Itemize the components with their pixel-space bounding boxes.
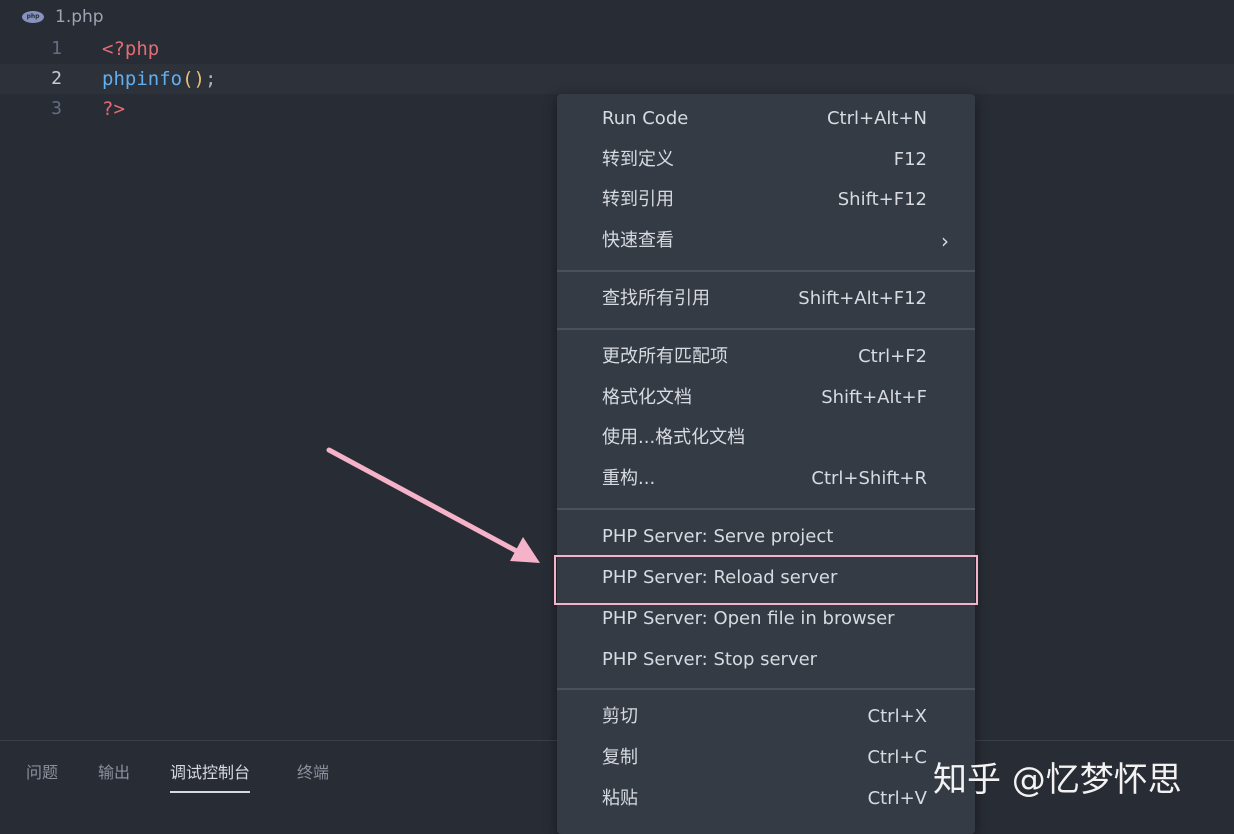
menu-item-shortcut: Ctrl+F2 <box>858 346 927 367</box>
menu-separator <box>557 270 975 272</box>
menu-separator <box>557 328 975 330</box>
menu-item-label: 使用...格式化文档 <box>602 427 746 448</box>
menu-item-peek[interactable]: 快速查看 › <box>557 222 975 260</box>
menu-item-shortcut: Ctrl+Shift+R <box>811 468 927 489</box>
menu-separator <box>557 688 975 690</box>
menu-item-label: PHP Server: Reload server <box>602 567 838 588</box>
menu-item-cut[interactable]: 剪切 Ctrl+X <box>557 698 975 736</box>
menu-item-php-reload-server[interactable]: PHP Server: Reload server <box>557 559 975 597</box>
chevron-right-icon: › <box>941 229 949 253</box>
php-close-tag: ?> <box>102 98 125 120</box>
menu-item-label: 复制 <box>602 747 638 768</box>
menu-item-label: 转到引用 <box>602 189 674 210</box>
menu-item-php-serve-project[interactable]: PHP Server: Serve project <box>557 518 975 556</box>
menu-item-go-to-definition[interactable]: 转到定义 F12 <box>557 141 975 179</box>
code-line-1[interactable]: 1 <?php <box>0 34 1234 64</box>
menu-item-go-to-references[interactable]: 转到引用 Shift+F12 <box>557 181 975 219</box>
menu-item-label: PHP Server: Open file in browser <box>602 608 895 629</box>
menu-item-label: 查找所有引用 <box>602 288 710 309</box>
menu-item-copy[interactable]: 复制 Ctrl+C <box>557 739 975 777</box>
breadcrumb: php 1.php <box>0 0 1234 36</box>
tab-debug-console[interactable]: 调试控制台 <box>170 759 251 793</box>
breadcrumb-file-name[interactable]: 1.php <box>55 7 104 27</box>
menu-item-change-all-occurrences[interactable]: 更改所有匹配项 Ctrl+F2 <box>557 338 975 376</box>
menu-item-shortcut: Ctrl+X <box>867 706 927 727</box>
menu-item-format-document[interactable]: 格式化文档 Shift+Alt+F <box>557 379 975 417</box>
menu-item-label: 格式化文档 <box>602 387 692 408</box>
menu-item-refactor[interactable]: 重构... Ctrl+Shift+R <box>557 460 975 498</box>
php-file-icon: php <box>22 11 44 23</box>
menu-item-find-all-references[interactable]: 查找所有引用 Shift+Alt+F12 <box>557 280 975 318</box>
watermark: 知乎 @忆梦怀思 <box>933 760 1182 800</box>
tab-output[interactable]: 输出 <box>98 759 130 791</box>
function-parens: () <box>182 68 205 90</box>
menu-item-php-open-in-browser[interactable]: PHP Server: Open file in browser <box>557 600 975 638</box>
menu-item-format-document-with[interactable]: 使用...格式化文档 <box>557 419 975 457</box>
code-statement: phpinfo(); <box>102 64 216 94</box>
menu-item-shortcut: Ctrl+Alt+N <box>826 108 927 129</box>
menu-item-label: 更改所有匹配项 <box>602 346 728 367</box>
context-menu: Run Code Ctrl+Alt+N 转到定义 F12 转到引用 Shift+… <box>557 94 975 834</box>
menu-item-label: 重构... <box>602 468 656 489</box>
menu-separator <box>557 508 975 510</box>
menu-item-label: PHP Server: Stop server <box>602 649 818 670</box>
function-name: phpinfo <box>102 68 183 90</box>
menu-item-shortcut: Ctrl+C <box>867 747 927 768</box>
code-line-2[interactable]: 2 phpinfo(); <box>0 64 1234 94</box>
menu-item-label: 粘贴 <box>602 788 638 809</box>
php-open-tag: <?php <box>102 38 160 60</box>
menu-item-php-stop-server[interactable]: PHP Server: Stop server <box>557 641 975 679</box>
tab-problems[interactable]: 问题 <box>26 759 58 791</box>
menu-item-shortcut: Shift+Alt+F <box>821 387 927 408</box>
line-number: 3 <box>51 98 62 119</box>
menu-item-label: Run Code <box>602 108 689 129</box>
tab-terminal[interactable]: 终端 <box>297 759 329 791</box>
menu-item-shortcut: Shift+Alt+F12 <box>798 288 927 309</box>
menu-item-shortcut: Shift+F12 <box>837 189 927 210</box>
menu-item-label: 剪切 <box>602 706 638 727</box>
line-number: 1 <box>51 38 62 59</box>
line-number: 2 <box>51 68 62 89</box>
menu-item-label: 快速查看 <box>602 230 674 251</box>
menu-item-label: 转到定义 <box>602 149 674 170</box>
statement-terminator: ; <box>204 68 217 90</box>
menu-item-paste[interactable]: 粘贴 Ctrl+V <box>557 780 975 818</box>
menu-item-shortcut: F12 <box>893 149 927 170</box>
menu-item-run-code[interactable]: Run Code Ctrl+Alt+N <box>557 100 975 138</box>
menu-item-shortcut: Ctrl+V <box>867 788 927 809</box>
menu-item-label: PHP Server: Serve project <box>602 526 834 547</box>
